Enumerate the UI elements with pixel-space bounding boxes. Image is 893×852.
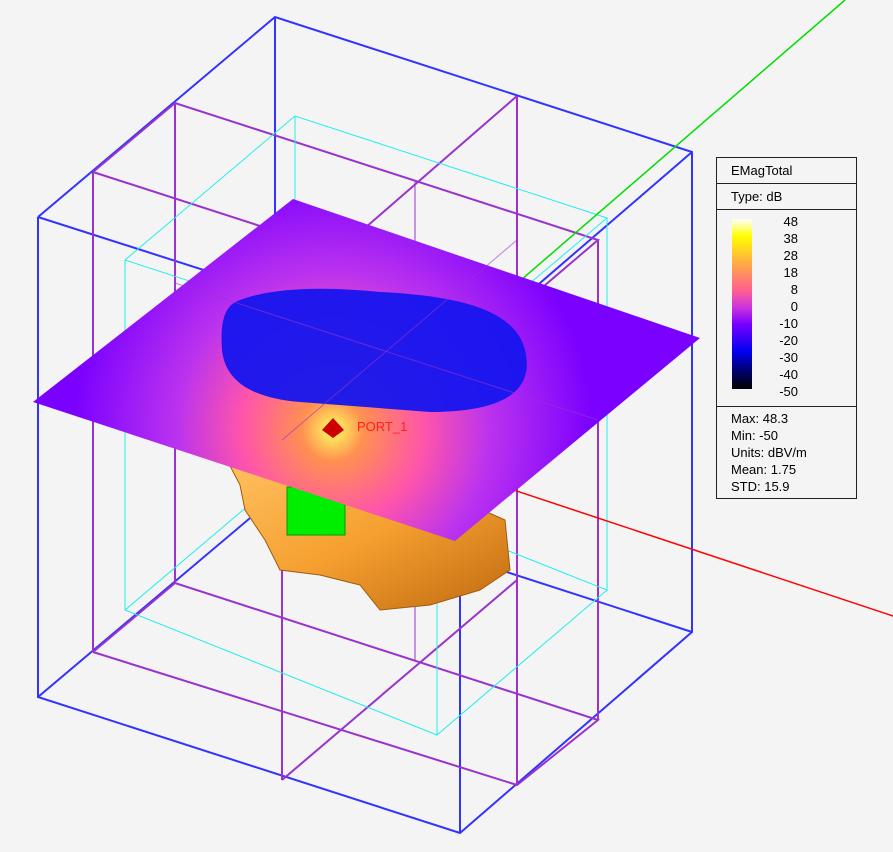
field-plot-plane[interactable]: [33, 199, 700, 541]
tick-label: -30: [779, 350, 798, 365]
legend-stats: Max: 48.3 Min: -50 Units: dBV/m Mean: 1.…: [717, 407, 856, 495]
tick-label: -40: [779, 367, 798, 382]
stat-std: STD: 15.9: [731, 479, 790, 494]
legend-ticks: 48 38 28 18 8 0 -10 -20 -30 -40 -50: [779, 213, 798, 400]
port-label: PORT_1: [357, 419, 408, 434]
stat-max: Max: 48.3: [731, 411, 789, 426]
stat-min: Min: -50: [731, 428, 778, 443]
tick-label: -50: [779, 384, 798, 399]
color-bar: [732, 219, 752, 389]
stat-mean: Mean: 1.75: [731, 462, 797, 477]
color-legend[interactable]: EMagTotal Type: dB 48 38 28 18 8 0 -10 -…: [716, 157, 857, 499]
legend-type: Type: dB: [717, 184, 856, 210]
legend-scale: 48 38 28 18 8 0 -10 -20 -30 -40 -50: [717, 210, 856, 407]
tick-label: 18: [783, 265, 798, 280]
stat-units: Units: dBV/m: [731, 445, 807, 460]
tick-label: 8: [790, 282, 798, 297]
tick-label: 0: [790, 299, 798, 314]
tick-label: 38: [783, 231, 798, 246]
tick-label: -10: [779, 316, 798, 331]
legend-title: EMagTotal: [717, 158, 856, 184]
tick-label: 48: [783, 214, 798, 229]
tick-label: 28: [783, 248, 798, 263]
tick-label: -20: [779, 333, 798, 348]
